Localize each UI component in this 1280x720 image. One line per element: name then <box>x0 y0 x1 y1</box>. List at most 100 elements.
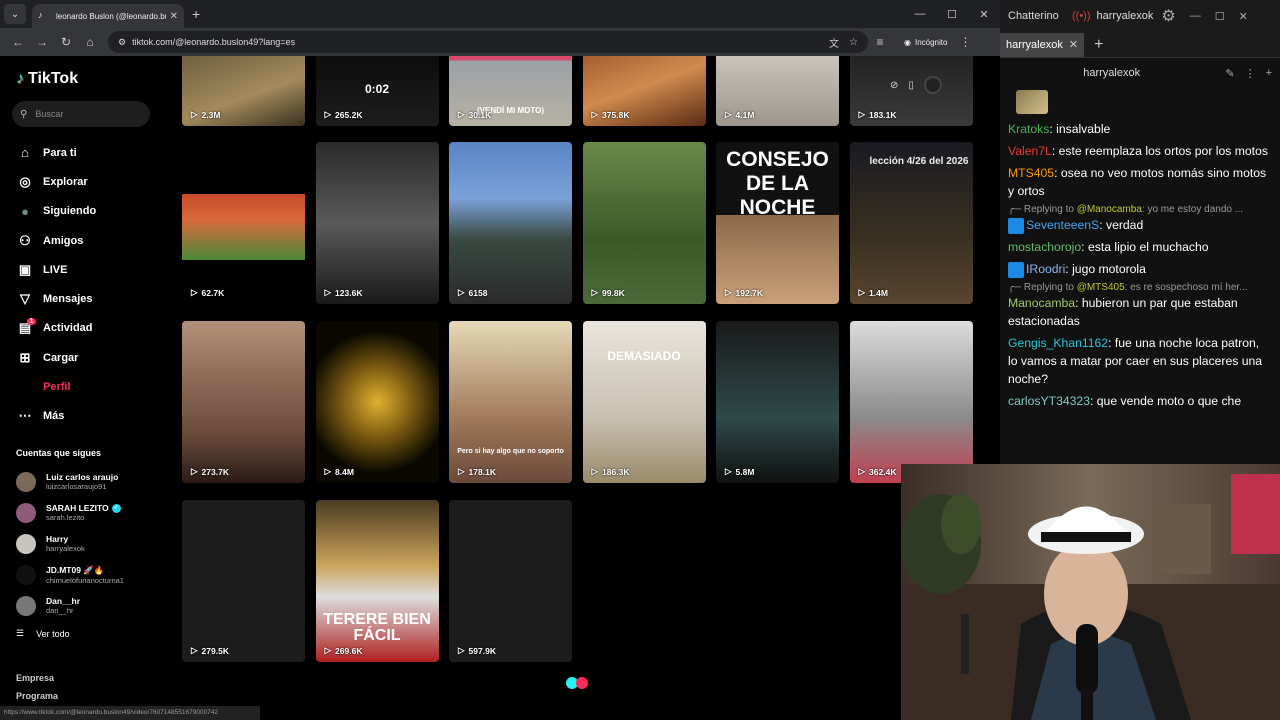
video-thumbnail[interactable]: CONSEJO DE LA NOCHE ▷ 192.7K <box>716 142 839 304</box>
tab-search-button[interactable]: ⌄ <box>4 4 26 24</box>
compass-overlay-icon[interactable]: ⊘ <box>890 80 898 91</box>
view-count: ▷ 123.6K <box>325 287 363 298</box>
maximize-chat-icon[interactable]: ☐ <box>1215 10 1225 23</box>
nav-item-mensajes[interactable]: ▽ Mensajes <box>16 284 102 313</box>
nav-item-amigos[interactable]: ⚇ Amigos <box>16 226 102 255</box>
following-account[interactable]: Luiz carlos araujo luizcarlosaraujo91 <box>16 466 124 497</box>
nav-item-live[interactable]: ▣ LIVE <box>16 255 102 284</box>
tiktok-sidebar: ♪ TikTok ⚲ Buscar ⌂ Para ti ◎ Explorar ● Sigu… <box>0 56 260 720</box>
address-bar[interactable]: ⚙ tiktok.com/@leonardo.buslon49?lang=es … <box>108 31 868 53</box>
nav-item-explorar[interactable]: ◎ Explorar <box>16 167 102 196</box>
account-name[interactable]: harryalexok <box>1097 10 1154 22</box>
tiktok-logo[interactable]: ♪ TikTok <box>16 70 78 88</box>
chat-tab-harryalexok[interactable]: harryalexok ✕ <box>1000 32 1085 57</box>
forward-icon[interactable]: → <box>30 30 54 54</box>
nav-item-siguiendo[interactable]: ● Siguiendo <box>16 197 102 226</box>
video-thumbnail[interactable]: ▷ 123.6K <box>315 142 439 304</box>
reply-context: ╭─ Replying to @MTS405: es re sospechoso… <box>1008 282 1248 293</box>
video-thumbnail[interactable]: ▷ 375.8K <box>582 56 706 126</box>
chat-message[interactable]: Kratoks: insalvable <box>1008 120 1272 138</box>
chatterino-titlebar: Chatterino ((•)) harryalexok ⚙ — ☐ ✕ <box>1000 0 1280 32</box>
chat-message[interactable]: IRoodri: jugo motorola <box>1008 260 1272 278</box>
phone-overlay-icon[interactable]: ▯ <box>908 80 914 91</box>
add-split-icon[interactable]: + <box>1266 67 1272 79</box>
chat-message[interactable]: Gengis_Khan1162: fue una noche loca patr… <box>1008 334 1272 388</box>
nav-item-m-s[interactable]: ⋯ Más <box>16 402 102 431</box>
video-caption: TERERE BIEN FÁCIL <box>323 611 431 644</box>
chat-message[interactable]: carlosYT34323: que vende moto o que che <box>1008 392 1272 410</box>
new-tab-button[interactable]: + <box>192 6 200 22</box>
chat-message[interactable]: mostachorojo: esta lipio el muchacho <box>1008 238 1272 256</box>
chat-username[interactable]: mostachorojo <box>1008 240 1081 254</box>
video-thumbnail[interactable]: ▷ 5.8M <box>716 321 839 483</box>
translate-icon[interactable]: 文 <box>829 35 839 50</box>
maximize-icon[interactable]: ☐ <box>936 0 968 28</box>
chat-message[interactable]: ╭─ Replying to @Manocamba: yo me estoy d… <box>1008 204 1272 234</box>
chat-username[interactable]: Manocamba <box>1008 296 1075 310</box>
browser-tab-bar: ⌄ ♪ leonardo Buslon (@leonardo.bu ✕ + — … <box>0 0 1000 28</box>
chat-username[interactable]: Kratoks <box>1008 122 1049 136</box>
page-overlay-controls: ⊘ ▯ <box>890 76 942 94</box>
channel-menu-icon[interactable]: ⋮ <box>1245 67 1256 80</box>
video-thumbnail[interactable]: Pero si hay algo que no soporto ▷ 178.1K <box>449 321 572 483</box>
video-thumbnail[interactable]: lección 4/26 del 2026 ▷ 1.4M <box>849 142 973 304</box>
incognito-indicator[interactable]: ◉ Incógnito <box>904 38 947 47</box>
home-button-icon[interactable]: ⌂ <box>78 30 102 54</box>
video-thumbnail[interactable]: ▷ 6158 <box>449 142 572 304</box>
close-chat-icon[interactable]: ✕ <box>1239 10 1248 23</box>
chat-username[interactable]: SeventeeenS <box>1026 218 1099 232</box>
following-account[interactable]: JD.MT09 🚀🔥 chimuelofurianocturna1 <box>16 559 124 590</box>
nav-item-actividad[interactable]: ▤ Actividad 1 <box>16 314 102 343</box>
video-thumbnail[interactable]: (VENDÍ MI MOTO) ▷ 30.1K <box>449 56 572 126</box>
app-name: Chatterino <box>1008 10 1059 22</box>
browser-tab[interactable]: ♪ leonardo Buslon (@leonardo.bu ✕ <box>32 4 184 28</box>
chat-username[interactable]: carlosYT34323 <box>1008 394 1090 408</box>
search-input[interactable]: ⚲ Buscar <box>12 101 150 127</box>
edit-icon[interactable]: ✎ <box>1225 67 1234 80</box>
browser-menu-icon[interactable]: ⋮ <box>959 35 971 49</box>
see-all-link[interactable]: ☰ Ver todo <box>16 628 70 639</box>
close-window-icon[interactable]: ✕ <box>968 0 1000 28</box>
chat-username[interactable]: MTS405 <box>1008 166 1054 180</box>
video-thumbnail[interactable]: 0:02 ▷ 265.2K <box>315 56 439 126</box>
chat-username[interactable]: Valen7L <box>1008 144 1052 158</box>
following-account[interactable]: SARAH LEZITO ✓ sarah.lezito <box>16 497 124 528</box>
video-thumbnail[interactable]: ▷ 362.4K <box>849 321 973 483</box>
video-thumbnail[interactable]: ▷ 2.3M <box>182 56 305 126</box>
following-account[interactable]: Harry harryalexok <box>16 528 124 559</box>
minimize-chat-icon[interactable]: — <box>1190 10 1201 22</box>
record-overlay-icon[interactable] <box>923 76 942 94</box>
close-chat-tab-icon[interactable]: ✕ <box>1069 38 1078 51</box>
nav-item-perfil[interactable]: Perfil <box>16 372 102 401</box>
add-chat-tab-icon[interactable]: + <box>1094 36 1103 54</box>
close-tab-icon[interactable]: ✕ <box>170 11 178 22</box>
video-thumbnail[interactable]: ▷ 597.9K <box>449 500 572 662</box>
user-badge-icon <box>1008 261 1024 278</box>
chat-text: insalvable <box>1056 122 1111 136</box>
site-info-icon[interactable]: ⚙ <box>118 37 126 48</box>
bookmark-star-icon[interactable]: ☆ <box>849 37 858 48</box>
chat-message[interactable]: Valen7L: este reemplaza los ortos por lo… <box>1008 142 1272 160</box>
video-thumbnail[interactable]: ▷ 62.7K <box>182 142 305 304</box>
back-icon[interactable]: ← <box>6 30 30 54</box>
reload-icon[interactable]: ↻ <box>54 30 78 54</box>
minimize-icon[interactable]: — <box>904 0 936 28</box>
chat-username[interactable]: Gengis_Khan1162 <box>1008 336 1108 350</box>
chat-username[interactable]: IRoodri <box>1026 262 1065 276</box>
footer-link[interactable]: Empresa <box>16 669 103 687</box>
video-thumbnail[interactable]: ▷ 4.1M <box>716 56 839 126</box>
settings-gear-icon[interactable]: ⚙ <box>1161 6 1175 26</box>
video-thumbnail[interactable]: TERERE BIEN FÁCIL ▷ 269.6K <box>315 500 439 662</box>
chat-message[interactable]: ╭─ Replying to @MTS405: es re sospechoso… <box>1008 282 1272 330</box>
nav-item-cargar[interactable]: ⊞ Cargar <box>16 343 102 372</box>
chat-message[interactable]: MTS405: osea no veo motos nomás sino mot… <box>1008 164 1272 200</box>
following-account[interactable]: Dan__hr dan__hr <box>16 590 124 621</box>
video-thumbnail[interactable]: ▷ 8.4M <box>315 321 439 483</box>
nav-item-para-ti[interactable]: ⌂ Para ti <box>16 138 102 167</box>
video-thumbnail[interactable]: ▷ 99.8K <box>582 142 706 304</box>
reading-list-icon[interactable]: ≡ <box>868 30 892 54</box>
video-thumbnail[interactable]: ▷ 273.7K <box>182 321 305 483</box>
video-thumbnail[interactable]: DEMASIADO ▷ 186.3K <box>582 321 706 483</box>
footer-link[interactable]: Programa <box>16 687 103 705</box>
video-thumbnail[interactable]: ▷ 279.5K <box>182 500 305 662</box>
